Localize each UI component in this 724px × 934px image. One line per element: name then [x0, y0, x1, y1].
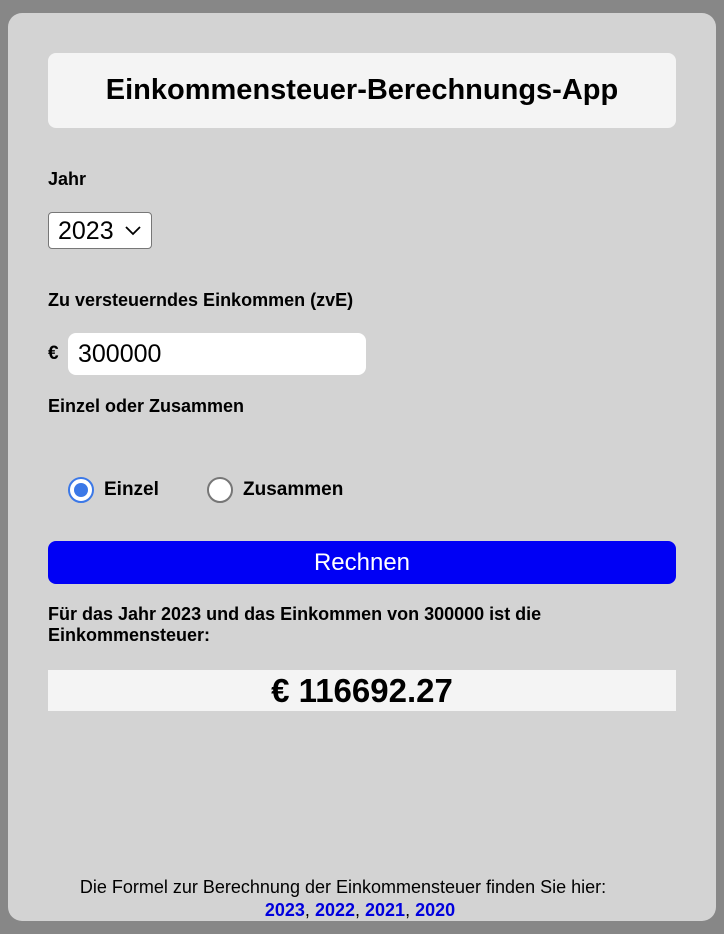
year-select-wrapper[interactable]: 2023 [48, 212, 152, 249]
app-card: Einkommensteuer-Berechnungs-App Jahr 202… [8, 13, 716, 921]
link-2020[interactable]: 2020 [415, 900, 455, 920]
filing-label: Einzel oder Zusammen [48, 396, 245, 416]
link-separator: , [304, 900, 310, 920]
link-2023[interactable]: 2023 [265, 900, 305, 920]
income-label: Zu versteuerndes Einkommen (zvE) [48, 290, 354, 310]
footer: Die Formel zur Berechnung der Einkommens… [8, 876, 716, 922]
income-input[interactable] [68, 333, 366, 375]
header: Einkommensteuer-Berechnungs-App [48, 53, 676, 128]
radio-einzel-label[interactable]: Einzel [104, 479, 159, 501]
page-title: Einkommensteuer-Berechnungs-App [105, 74, 619, 106]
footer-text: Die Formel zur Berechnung der Einkommens… [79, 877, 607, 897]
radio-einzel[interactable] [68, 477, 94, 503]
radio-zusammen[interactable] [207, 477, 233, 503]
link-2021[interactable]: 2021 [365, 900, 405, 920]
footer-links: 2023, 2022, 2021, 2020 [8, 899, 716, 922]
currency-prefix: € [48, 343, 59, 364]
link-separator: , [405, 900, 411, 920]
radio-zusammen-label[interactable]: Zusammen [243, 479, 343, 501]
calculate-button[interactable]: Rechnen [48, 541, 676, 584]
link-separator: , [354, 900, 360, 920]
link-2022[interactable]: 2022 [315, 900, 355, 920]
result-amount: € 116692.27 [48, 670, 676, 711]
year-label: Jahr [48, 169, 87, 189]
result-description: Für das Jahr 2023 und das Einkommen von … [48, 604, 542, 645]
year-select[interactable]: 2023 [49, 213, 151, 248]
